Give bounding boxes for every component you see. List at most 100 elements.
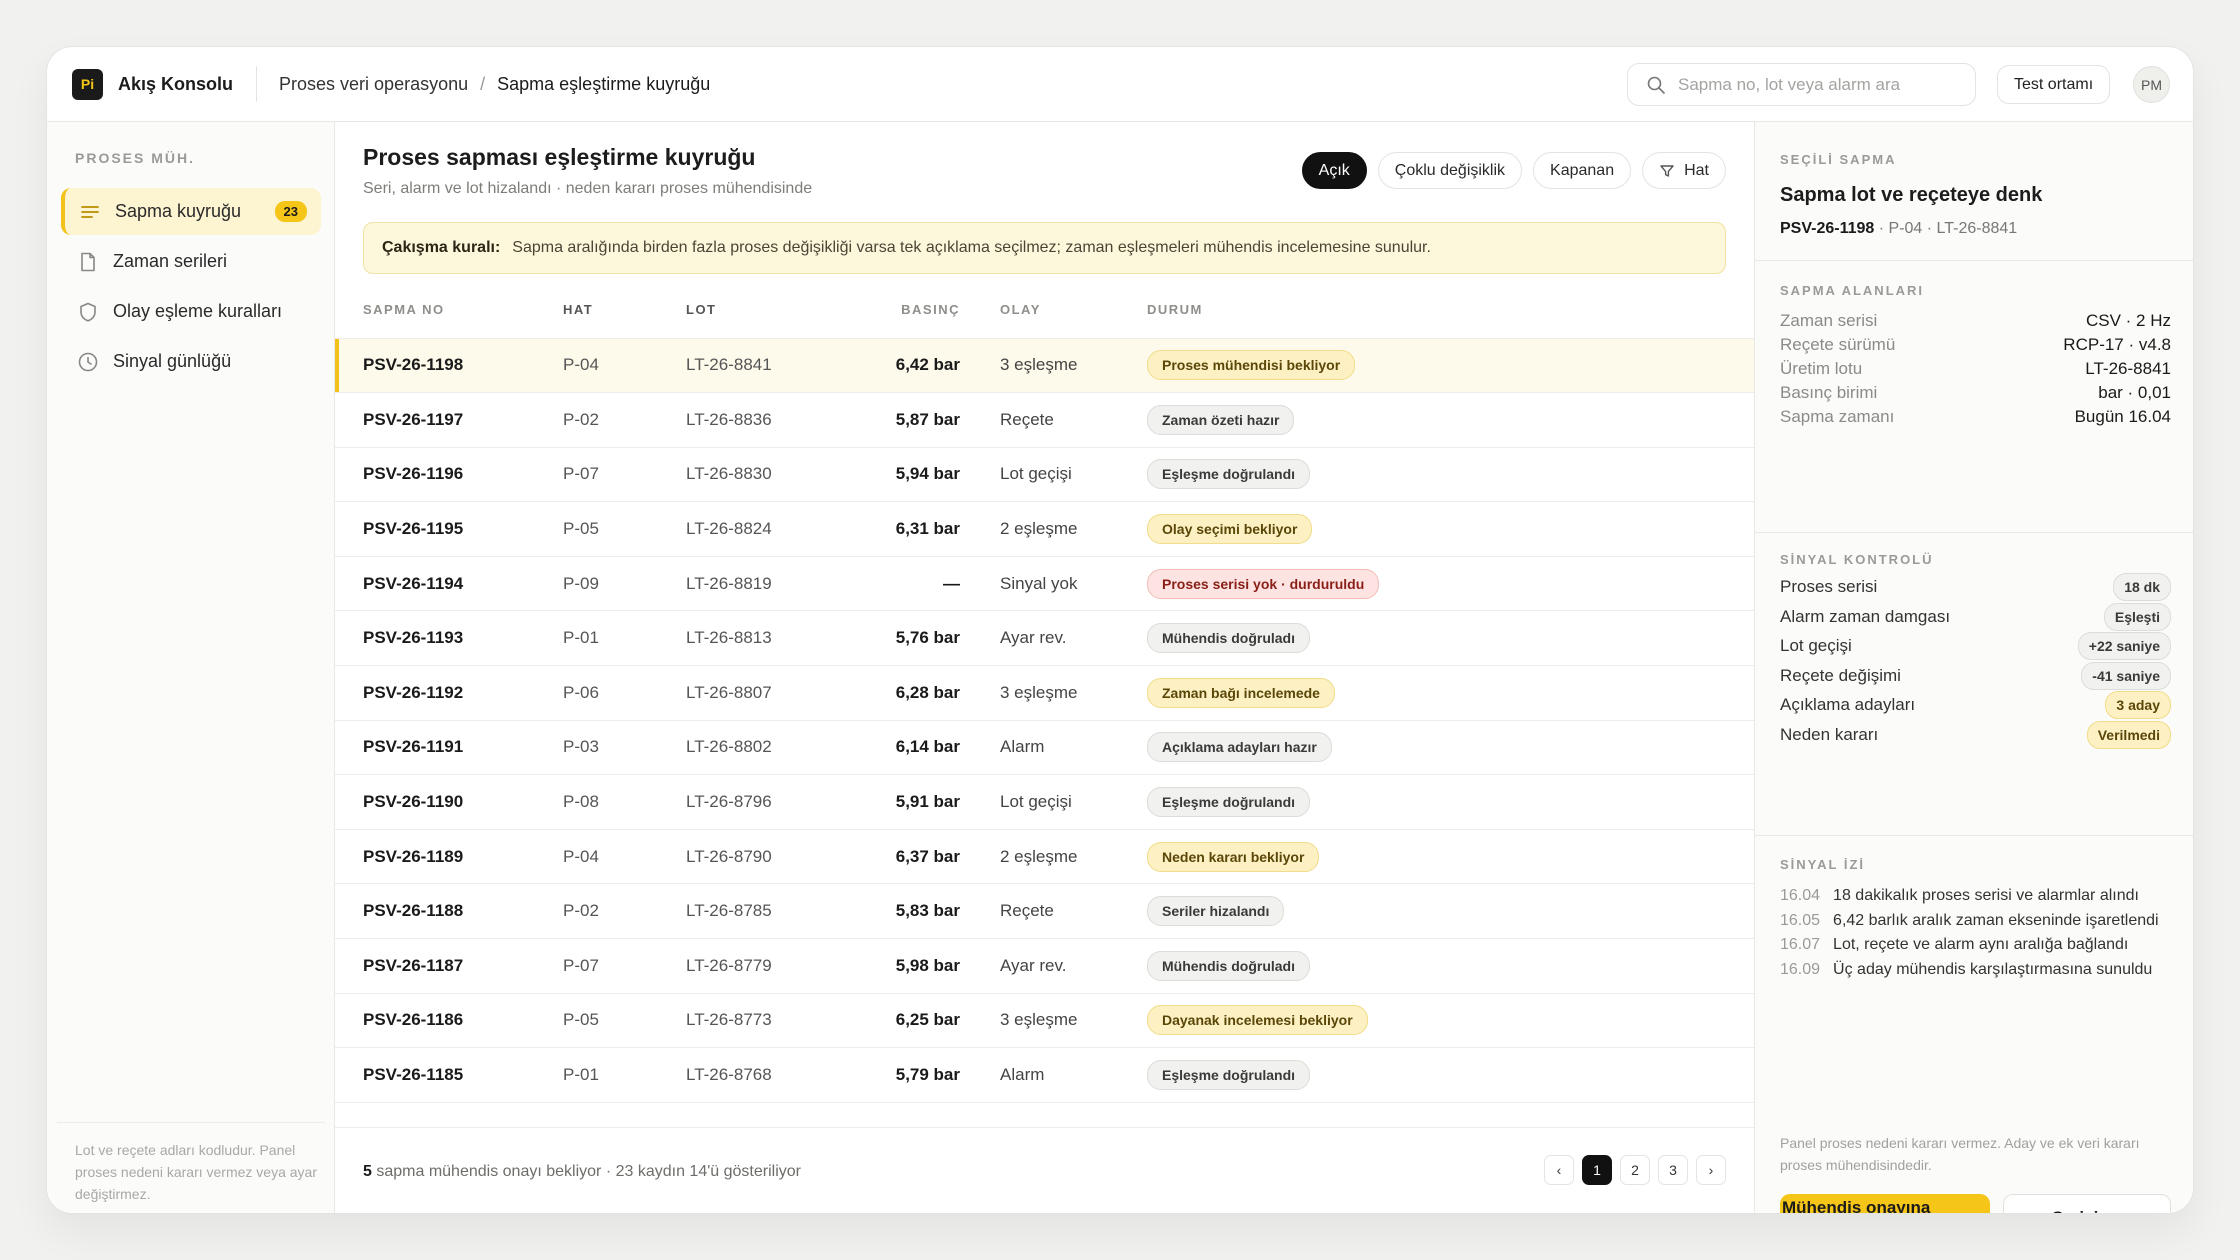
table-row[interactable]: PSV-26-1191 P-03 LT-26-8802 6,14 bar Alarm Aç… xyxy=(335,720,1754,776)
environment-button[interactable]: Test ortamı xyxy=(1997,65,2111,104)
lot-cell: LT-26-8785 xyxy=(686,883,851,940)
filter-acik[interactable]: Açık xyxy=(1301,152,1367,189)
field-value: bar · 0,01 xyxy=(2098,383,2171,402)
event-cell: Ayar rev. xyxy=(960,610,1147,667)
fields-section-title: SAPMA ALANLARI xyxy=(1780,283,1925,298)
table-row[interactable]: PSV-26-1185 P-01 LT-26-8768 5,79 bar Alarm Eş… xyxy=(335,1047,1754,1103)
app-window: Pi Akış Konsolu Proses veri operasyonu /… xyxy=(46,46,2194,1214)
status-badge: Olay seçimi bekliyor xyxy=(1147,514,1313,545)
rule-label: Çakışma kuralı: xyxy=(382,239,501,256)
deviation-no: PSV-26-1198 xyxy=(335,338,563,394)
panel-meta: PSV-26-1198 · P-04 · LT-26-8841 xyxy=(1780,220,2017,238)
column-header-lot[interactable]: LOT xyxy=(686,282,851,339)
trail-item: 16.04 18 dakikalık proses serisi ve alarm… xyxy=(1780,887,2139,905)
check-label: Neden kararı xyxy=(1780,725,1879,744)
column-header-hat[interactable]: HAT xyxy=(563,282,686,339)
status-cell: Mühendis doğruladı xyxy=(1147,610,1754,667)
event-cell: Reçete xyxy=(960,392,1147,448)
status-cell: Dayanak incelemesi bekliyor xyxy=(1147,993,1754,1049)
next-page-button[interactable]: › xyxy=(1696,1155,1726,1185)
event-cell: Alarm xyxy=(960,1047,1147,1103)
sidebar-item-sapma-kuyrugu[interactable]: Sapma kuyruğu 23 xyxy=(61,188,321,235)
sidebar-item-olay-esleme-kurallari[interactable]: Olay eşleme kuralları xyxy=(61,288,321,335)
table-row[interactable]: PSV-26-1198 P-04 LT-26-8841 6,42 bar 3 eşleş… xyxy=(335,338,1754,394)
status-badge: Proses mühendisi bekliyor xyxy=(1147,350,1356,381)
pressure-cell: 6,28 bar xyxy=(851,665,960,721)
prev-page-button[interactable]: ‹ xyxy=(1544,1155,1574,1185)
trail-text: 6,42 barlık aralık zaman ekseninde işare… xyxy=(1833,911,2159,929)
page-button-1[interactable]: 1 xyxy=(1582,1155,1612,1185)
sidebar-item-label: Zaman serileri xyxy=(113,251,228,271)
pressure-cell: 5,91 bar xyxy=(851,774,960,830)
lot-cell: LT-26-8813 xyxy=(686,610,851,667)
footer-text: sapma mühendis onayı bekliyor · 23 kaydı… xyxy=(376,1162,801,1180)
column-header-basinc[interactable]: BASINÇ xyxy=(851,282,960,339)
panel-title: Sapma lot ve reçeteye denk xyxy=(1780,184,2043,206)
search-box[interactable] xyxy=(1627,63,1976,106)
event-cell: 3 eşleşme xyxy=(960,338,1147,394)
check-label: Lot geçişi xyxy=(1780,636,1852,656)
sidebar-item-zaman-serileri[interactable]: Zaman serileri xyxy=(61,238,321,285)
table-row[interactable]: PSV-26-1189 P-04 LT-26-8790 6,37 bar 2 eşleş… xyxy=(335,829,1754,885)
column-header-durum[interactable]: DURUM xyxy=(1147,282,1754,339)
avatar[interactable]: PM xyxy=(2133,66,2170,103)
status-cell: Proses mühendisi bekliyor xyxy=(1147,338,1754,394)
pressure-cell: 5,83 bar xyxy=(851,883,960,940)
status-badge: Mühendis doğruladı xyxy=(1147,623,1310,654)
field-label: Üretim lotu xyxy=(1780,359,1863,378)
open-series-button[interactable]: Seriyi aç xyxy=(2003,1194,2171,1213)
status-cell: Eşleşme doğrulandı xyxy=(1147,774,1754,830)
column-header-olay[interactable]: OLAY xyxy=(960,282,1147,339)
search-input[interactable] xyxy=(1678,74,1958,95)
lot-cell: LT-26-8790 xyxy=(686,829,851,885)
filter-kapanan[interactable]: Kapanan xyxy=(1533,152,1632,189)
check-label: Açıklama adayları xyxy=(1780,695,1916,715)
table-row[interactable]: PSV-26-1195 P-05 LT-26-8824 6,31 bar 2 eşleş… xyxy=(335,501,1754,557)
shield-icon xyxy=(80,302,96,322)
filter-hat-label: Hat xyxy=(1684,161,1709,179)
field-value: Bugün 16.04 xyxy=(2074,407,2171,426)
filter-coklu-degisiklik[interactable]: Çoklu değişiklik xyxy=(1377,152,1523,189)
breadcrumb-parent[interactable]: Proses veri operasyonu xyxy=(279,74,468,95)
page-button-3[interactable]: 3 xyxy=(1658,1155,1688,1185)
pressure-cell: 6,31 bar xyxy=(851,501,960,557)
filter-hat[interactable]: Hat xyxy=(1642,152,1726,189)
lot-cell: LT-26-8824 xyxy=(686,501,851,557)
table-row[interactable]: PSV-26-1190 P-08 LT-26-8796 5,91 bar Lot geç… xyxy=(335,774,1754,830)
trail-item: 16.09 Üç aday mühendis karşılaştırmasına … xyxy=(1780,961,2152,979)
table-row[interactable]: PSV-26-1193 P-01 LT-26-8813 5,76 bar Ayar re… xyxy=(335,610,1754,667)
line-cell: P-05 xyxy=(563,993,686,1049)
lot-cell: LT-26-8841 xyxy=(686,338,851,394)
table-row[interactable]: PSV-26-1187 P-07 LT-26-8779 5,98 bar Ayar re… xyxy=(335,938,1754,994)
table-row[interactable]: PSV-26-1196 P-07 LT-26-8830 5,94 bar Lot geç… xyxy=(335,447,1754,503)
lot-cell: LT-26-8807 xyxy=(686,665,851,721)
trail-section-title: SİNYAL İZİ xyxy=(1780,857,1866,872)
status-cell: Zaman özeti hazır xyxy=(1147,392,1754,448)
event-cell: 3 eşleşme xyxy=(960,993,1147,1049)
table-row[interactable]: PSV-26-1192 P-06 LT-26-8807 6,28 bar 3 eşleş… xyxy=(335,665,1754,721)
breadcrumb: Proses veri operasyonu / Sapma eşleştirm… xyxy=(279,74,710,95)
deviation-no: PSV-26-1186 xyxy=(335,993,563,1049)
table-row[interactable]: PSV-26-1188 P-02 LT-26-8785 5,83 bar Reçete S… xyxy=(335,883,1754,940)
status-badge: Dayanak incelemesi bekliyor xyxy=(1147,1005,1368,1036)
table-row[interactable]: PSV-26-1197 P-02 LT-26-8836 5,87 bar Reçete Z… xyxy=(335,392,1754,448)
line-cell: P-01 xyxy=(563,1047,686,1103)
send-to-engineer-button[interactable]: Mühendis onayına gönder xyxy=(1780,1194,1990,1213)
status-cell: Eşleşme doğrulandı xyxy=(1147,447,1754,503)
field-label: Reçete sürümü xyxy=(1780,335,1896,354)
column-header-sapma-no[interactable]: SAPMA NO xyxy=(335,282,563,339)
pressure-cell: 6,42 bar xyxy=(851,338,960,394)
count-badge: 23 xyxy=(274,201,307,222)
table-row[interactable]: PSV-26-1194 P-09 LT-26-8819— Sinyal yok Pros… xyxy=(335,556,1754,612)
panel-note: Panel proses nedeni kararı vermez. Aday … xyxy=(1780,1135,2140,1173)
field-label: Basınç birimi xyxy=(1780,383,1878,402)
line-cell: P-07 xyxy=(563,447,686,503)
table-row[interactable]: PSV-26-1186 P-05 LT-26-8773 6,25 bar 3 eşleş… xyxy=(335,993,1754,1049)
sidebar-item-sinyal-gunlugu[interactable]: Sinyal günlüğü xyxy=(61,338,321,385)
line-cell: P-02 xyxy=(563,392,686,448)
brand[interactable]: Pi Akış Konsolu xyxy=(47,47,233,121)
sidebar: PROSES MÜH. Sapma kuyruğu 23 Zaman seril… xyxy=(47,122,335,1213)
divider xyxy=(1755,835,2193,836)
divider xyxy=(256,66,258,102)
page-button-2[interactable]: 2 xyxy=(1620,1155,1650,1185)
